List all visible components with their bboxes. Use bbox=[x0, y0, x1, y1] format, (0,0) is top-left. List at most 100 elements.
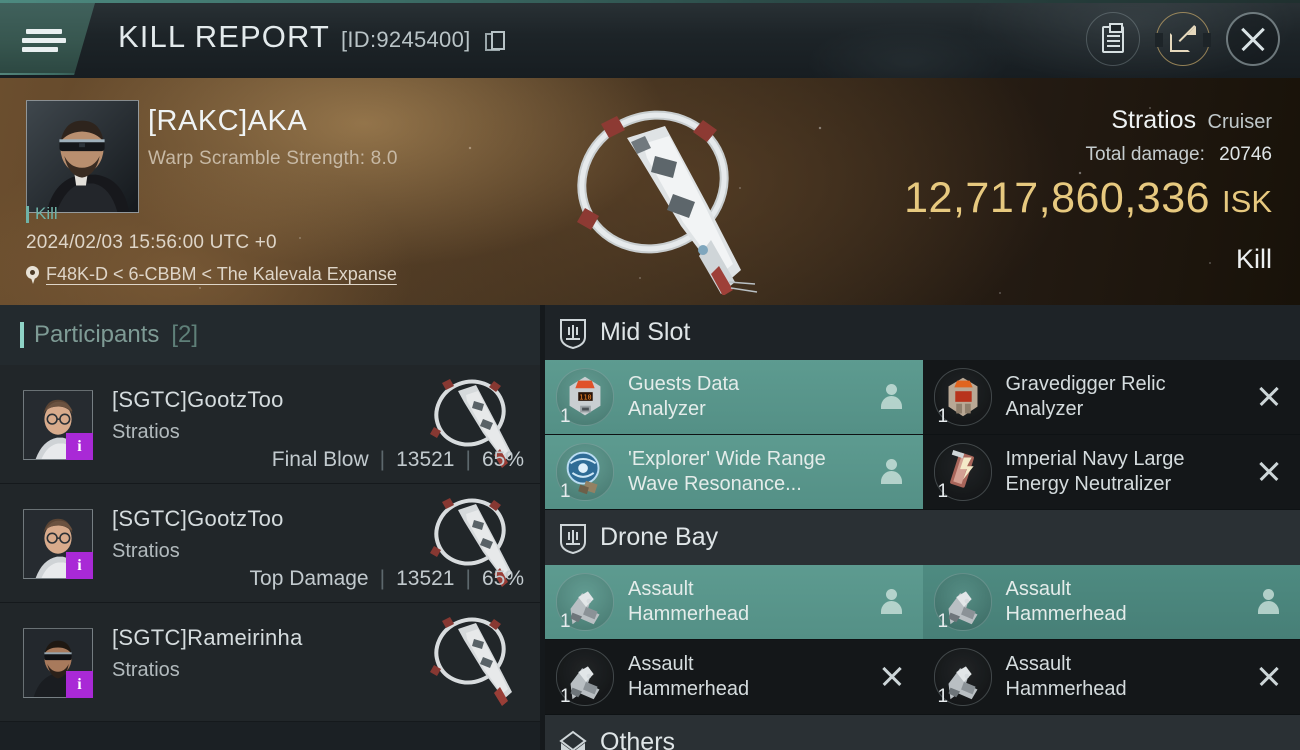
info-icon: i bbox=[77, 675, 82, 693]
fitting-section-title: Drone Bay bbox=[600, 523, 719, 551]
participant-percent: 65% bbox=[481, 448, 524, 471]
participants-panel: Participants [2] i [SGTC]GootzToo Strati… bbox=[0, 305, 540, 750]
module-icon: 1 bbox=[556, 573, 614, 632]
module-state-icon[interactable] bbox=[1257, 384, 1283, 410]
module-quantity: 1 bbox=[560, 481, 571, 502]
total-damage: Total damage: 20746 bbox=[1086, 144, 1272, 166]
module-quantity: 1 bbox=[937, 481, 949, 502]
victim-ship-name: Stratios bbox=[1111, 106, 1197, 134]
module-name: Assault Hammerhead bbox=[1005, 578, 1127, 625]
module-name: Assault Hammerhead bbox=[628, 653, 750, 700]
module-name: Imperial Navy Large Energy Neutralizer bbox=[1005, 448, 1185, 495]
participant-stats: Top Damage | 13521 | 65% bbox=[250, 567, 524, 591]
total-damage-label: Total damage: bbox=[1085, 144, 1205, 165]
kill-tag-bar bbox=[26, 205, 29, 223]
fitting-item[interactable]: 110 1 Guests Data Analyzer bbox=[545, 360, 923, 435]
module-state-icon[interactable] bbox=[880, 459, 906, 485]
close-icon bbox=[1238, 24, 1268, 54]
share-button[interactable] bbox=[1155, 12, 1211, 66]
participant-stats: Final Blow | 13521 | 65% bbox=[272, 448, 524, 472]
participant-row[interactable]: i [SGTC]Rameirinha Stratios bbox=[0, 603, 540, 722]
isk-unit: ISK bbox=[1222, 184, 1272, 219]
close-button[interactable] bbox=[1226, 12, 1280, 66]
info-icon: i bbox=[77, 556, 82, 574]
fitting-item[interactable]: 1 Assault Hammerhead bbox=[545, 565, 923, 640]
map-pin-icon bbox=[26, 265, 39, 284]
others-header[interactable]: Others bbox=[545, 715, 1300, 750]
victim-name: [RAKC]AKA bbox=[148, 105, 308, 137]
clipboard-button[interactable] bbox=[1086, 12, 1140, 66]
fitting-item[interactable]: 1 Assault Hammerhead bbox=[545, 640, 923, 715]
fitting-item[interactable]: 1 Imperial Navy Large Energy Neutralizer bbox=[922, 435, 1300, 510]
module-state-icon[interactable] bbox=[1257, 664, 1283, 690]
participant-damage: 13521 bbox=[396, 448, 455, 471]
fitting-item-grid: 110 1 Guests Data Analyzer 1 Gravedigger … bbox=[545, 360, 1300, 510]
slot-shield-icon bbox=[559, 317, 587, 349]
others-title: Others bbox=[600, 728, 676, 750]
fitting-sections: Mid Slot 110 1 Guests Data Analyzer 1 Gra… bbox=[545, 305, 1300, 715]
total-damage-value: 20746 bbox=[1219, 144, 1272, 165]
module-icon: 1 bbox=[933, 648, 992, 707]
victim-ship-render bbox=[577, 110, 758, 295]
victim-banner: [RAKC]AKA Warp Scramble Strength: 8.0 Ki… bbox=[0, 78, 1300, 305]
module-quantity: 1 bbox=[560, 686, 571, 707]
participant-ship: Stratios bbox=[112, 421, 180, 443]
titlebar-actions bbox=[1086, 12, 1280, 66]
participant-info-badge[interactable]: i bbox=[66, 433, 93, 460]
victim-ship-line: Stratios Cruiser bbox=[1111, 106, 1272, 135]
participant-damage: 13521 bbox=[396, 567, 455, 590]
participant-row[interactable]: i [SGTC]GootzToo Stratios Final Blow | 1… bbox=[0, 365, 540, 484]
participant-tag: Top Damage bbox=[249, 567, 369, 590]
box-icon bbox=[559, 730, 587, 750]
participant-name: [SGTC]GootzToo bbox=[112, 506, 284, 531]
stat-separator: | bbox=[465, 567, 471, 590]
kill-result: Kill bbox=[1235, 244, 1272, 274]
participants-title: Participants bbox=[34, 321, 160, 348]
titlebar-accent-line bbox=[0, 0, 1300, 3]
page-title: KILL REPORT bbox=[118, 19, 330, 54]
module-state-icon[interactable] bbox=[1257, 459, 1283, 485]
fitting-section-title: Mid Slot bbox=[600, 318, 691, 346]
svg-text:110: 110 bbox=[579, 393, 591, 401]
info-icon: i bbox=[77, 437, 82, 455]
module-state-icon[interactable] bbox=[880, 664, 906, 690]
copy-icon[interactable] bbox=[484, 31, 505, 51]
participant-row[interactable]: i [SGTC]GootzToo Stratios Top Damage | 1… bbox=[0, 484, 540, 603]
module-icon: 1 bbox=[933, 573, 992, 632]
fitting-item[interactable]: 1 Assault Hammerhead bbox=[922, 565, 1300, 640]
participants-list: i [SGTC]GootzToo Stratios Final Blow | 1… bbox=[0, 365, 540, 722]
participant-name: [SGTC]GootzToo bbox=[112, 387, 284, 412]
module-quantity: 1 bbox=[937, 686, 949, 707]
module-name: Guests Data Analyzer bbox=[628, 373, 740, 420]
participants-count: [2] bbox=[171, 321, 199, 348]
victim-avatar[interactable] bbox=[26, 100, 139, 213]
module-state-icon[interactable] bbox=[1257, 589, 1283, 615]
participant-info-badge[interactable]: i bbox=[66, 552, 93, 579]
kill-tag: Kill bbox=[26, 204, 58, 224]
stat-separator: | bbox=[379, 567, 386, 590]
fitting-item[interactable]: 1 Gravedigger Relic Analyzer bbox=[922, 360, 1300, 435]
module-state-icon[interactable] bbox=[880, 589, 906, 615]
fitting-section-header[interactable]: Mid Slot bbox=[545, 305, 1300, 360]
stat-separator: | bbox=[465, 448, 471, 471]
slot-shield-icon bbox=[559, 522, 587, 554]
module-icon: 110 1 bbox=[556, 368, 614, 427]
fitting-panel: Mid Slot 110 1 Guests Data Analyzer 1 Gra… bbox=[545, 305, 1300, 750]
fitting-section-header[interactable]: Drone Bay bbox=[545, 510, 1300, 565]
participant-info-badge[interactable]: i bbox=[66, 671, 93, 698]
participant-name: [SGTC]Rameirinha bbox=[112, 625, 303, 650]
clipboard-icon bbox=[1102, 22, 1124, 53]
module-name: Gravedigger Relic Analyzer bbox=[1005, 373, 1166, 420]
participant-ship: Stratios bbox=[112, 659, 180, 681]
fitting-item[interactable]: 1 Assault Hammerhead bbox=[922, 640, 1300, 715]
menu-button[interactable] bbox=[0, 3, 95, 75]
module-icon: 1 bbox=[933, 443, 992, 502]
participant-ship-render bbox=[404, 607, 532, 711]
fitting-item[interactable]: 1 'Explorer' Wide Range Wave Resonance... bbox=[545, 435, 923, 510]
module-state-icon[interactable] bbox=[880, 384, 906, 410]
location-link[interactable]: F48K-D < 6-CBBM < The Kalevala Expanse bbox=[46, 264, 397, 285]
kill-location[interactable]: F48K-D < 6-CBBM < The Kalevala Expanse bbox=[26, 264, 397, 285]
module-quantity: 1 bbox=[560, 611, 571, 632]
title-bar: KILL REPORT [ID:9245400] bbox=[0, 0, 1300, 78]
module-name: 'Explorer' Wide Range Wave Resonance... bbox=[628, 448, 826, 495]
